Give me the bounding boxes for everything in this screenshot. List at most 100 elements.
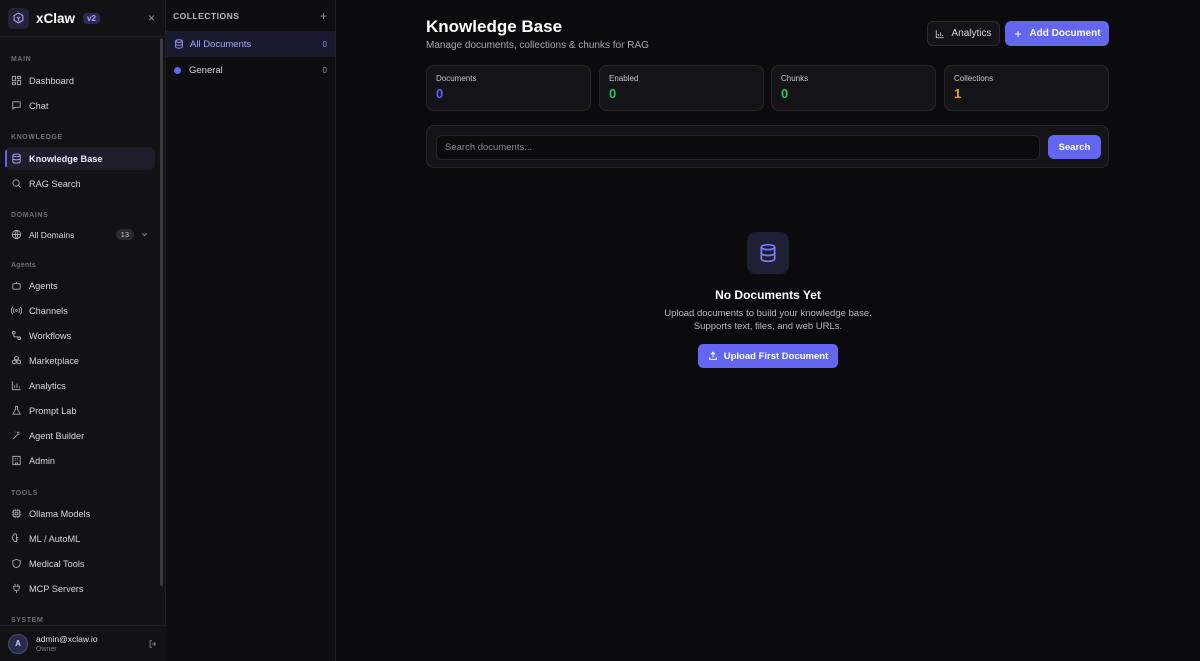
upload-button-label: Upload First Document (723, 350, 829, 362)
sidebar-nav[interactable]: MAIN Dashboard Chat KNOWLEDGE Knowledge … (0, 37, 166, 625)
sidebar-item-agent-builder[interactable]: Agent Builder (5, 424, 155, 447)
empty-state-text: Upload documents to build your knowledge… (664, 308, 872, 332)
section-label-system: SYSTEM (11, 617, 44, 624)
workflow-icon (11, 330, 22, 341)
flask-icon (12, 405, 21, 415)
collection-count: 0 (322, 65, 327, 75)
sidebar-item-marketplace[interactable]: Marketplace (5, 349, 155, 372)
section-label-knowledge: KNOWLEDGE (11, 134, 63, 141)
logout-icon[interactable] (148, 639, 158, 649)
stat-label: Enabled (609, 74, 639, 83)
upload-first-document-button[interactable]: Upload First Document (698, 344, 838, 368)
search-panel: Search (426, 125, 1109, 168)
stat-label: Collections (954, 74, 994, 83)
page-subtitle: Manage documents, collections & chunks f… (426, 40, 649, 51)
sidebar-item-ml-automl[interactable]: ML / AutoML (5, 527, 155, 550)
stat-value: 0 (436, 86, 444, 101)
database-icon (175, 39, 183, 49)
collections-panel: COLLECTIONS + All Documents 0 General 0 (166, 0, 336, 661)
sidebar-item-label: Ollama Models (29, 508, 91, 519)
radio-icon (11, 306, 22, 315)
analytics-button[interactable]: Analytics (927, 21, 1000, 46)
plus-icon (1015, 30, 1022, 37)
bar-chart-icon (936, 29, 945, 38)
sidebar-item-all-domains[interactable]: All Domains 13 (5, 223, 155, 246)
brand-name: xClaw (36, 10, 76, 26)
version-badge: v2 (83, 12, 100, 24)
chevron-down-icon (141, 233, 148, 237)
add-document-button[interactable]: Add Document (1005, 21, 1109, 46)
sidebar-item-knowledge-base[interactable]: Knowledge Base (5, 147, 155, 170)
close-sidebar-button[interactable]: × (148, 12, 155, 24)
sidebar-item-channels[interactable]: Channels (5, 299, 155, 322)
search-button[interactable]: Search (1048, 135, 1101, 159)
stat-value: 0 (609, 86, 617, 101)
sidebar-item-ollama-models[interactable]: Ollama Models (5, 502, 155, 525)
stat-label: Chunks (781, 74, 809, 83)
dashboard-icon (11, 75, 22, 86)
sidebar-item-label: Prompt Lab (29, 405, 77, 416)
page-title: Knowledge Base (426, 17, 563, 36)
stat-value: 1 (954, 86, 962, 101)
bar-chart-icon (11, 381, 21, 391)
stat-card-collections: Collections 1 (944, 65, 1109, 111)
sidebar-item-label: Medical Tools (29, 558, 85, 569)
stat-value: 0 (781, 86, 789, 101)
sidebar-item-label: Agent Builder (29, 430, 85, 441)
sidebar: xClaw v2 × MAIN Dashboard Chat KNOWLEDGE… (0, 0, 166, 661)
section-label-tools: TOOLS (11, 490, 38, 497)
sidebar-header: xClaw v2 × (0, 0, 165, 37)
collection-item-all-documents[interactable]: All Documents 0 (166, 31, 335, 57)
section-label-agents: Agents (11, 262, 36, 269)
upload-icon (708, 351, 717, 360)
collection-color-dot (174, 66, 181, 74)
sidebar-item-label: Channels (29, 305, 68, 316)
sidebar-item-label: Marketplace (29, 355, 80, 366)
chat-icon (12, 101, 21, 111)
stat-card-enabled: Enabled 0 (599, 65, 764, 111)
database-icon (12, 153, 21, 164)
stat-card-chunks: Chunks 0 (771, 65, 936, 111)
sidebar-item-label: Chat (29, 100, 49, 111)
building-icon (12, 455, 21, 466)
logo-icon (8, 7, 29, 29)
stat-card-documents: Documents 0 (426, 65, 591, 111)
sidebar-item-label: All Domains (29, 229, 75, 240)
collections-title: COLLECTIONS (173, 10, 240, 21)
sidebar-item-chat[interactable]: Chat (5, 94, 155, 117)
wand-icon (12, 431, 20, 440)
section-label-main: MAIN (11, 56, 32, 63)
sidebar-item-mcp-servers[interactable]: MCP Servers (5, 577, 155, 600)
sidebar-item-label: ML / AutoML (29, 533, 81, 544)
analytics-button-label: Analytics (951, 28, 992, 39)
sidebar-item-agents[interactable]: Agents (5, 274, 155, 297)
section-label-domains: DOMAINS (11, 212, 49, 219)
user-profile[interactable]: A admin@xclaw.io Owner (0, 625, 166, 661)
sidebar-item-workflows[interactable]: Workflows (5, 324, 155, 347)
avatar: A (8, 633, 28, 654)
add-collection-button[interactable]: + (320, 9, 327, 23)
sidebar-item-admin[interactable]: Admin (5, 449, 155, 472)
empty-state-title: No Documents Yet (715, 288, 821, 302)
plug-icon (13, 583, 20, 594)
collection-item-general[interactable]: General 0 (166, 57, 335, 83)
user-role: Owner (36, 646, 57, 653)
cpu-icon (11, 508, 22, 519)
sidebar-item-analytics[interactable]: Analytics (5, 374, 155, 397)
sidebar-item-label: RAG Search (29, 178, 81, 189)
user-info: admin@xclaw.io Owner (36, 634, 98, 653)
stat-label: Documents (436, 74, 477, 83)
sidebar-item-medical-tools[interactable]: Medical Tools (5, 552, 155, 575)
boxes-icon (11, 355, 22, 365)
sidebar-item-dashboard[interactable]: Dashboard (5, 69, 155, 92)
sidebar-scrollbar[interactable] (160, 38, 163, 586)
sidebar-item-rag-search[interactable]: RAG Search (5, 172, 155, 195)
user-email: admin@xclaw.io (36, 634, 98, 644)
sidebar-item-label: Dashboard (29, 75, 74, 86)
database-icon (747, 232, 789, 274)
sidebar-item-label: Admin (29, 455, 56, 466)
collection-label: General (189, 64, 223, 76)
sidebar-item-prompt-lab[interactable]: Prompt Lab (5, 399, 155, 422)
search-input[interactable] (436, 135, 1040, 160)
sidebar-item-label: Analytics (29, 380, 66, 391)
